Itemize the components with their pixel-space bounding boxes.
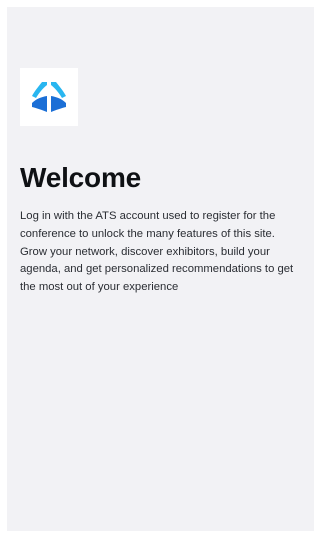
- lungs-logo-icon: [30, 79, 68, 115]
- logo-tile: [20, 68, 78, 126]
- welcome-description: Log in with the ATS account used to regi…: [20, 210, 294, 294]
- welcome-title: Welcome: [20, 162, 142, 193]
- screen: Welcome Log in with the ATS account used…: [0, 0, 321, 538]
- welcome-panel: Welcome Log in with the ATS account used…: [7, 7, 314, 531]
